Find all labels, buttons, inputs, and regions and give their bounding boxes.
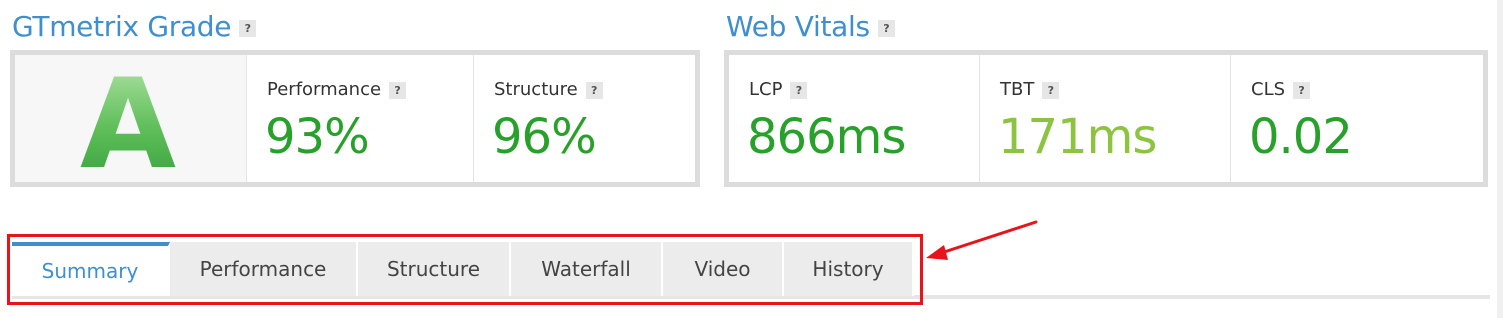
structure-metric: Structure? 96% — [474, 55, 695, 182]
grade-letter: A — [80, 55, 176, 182]
grade-help-icon[interactable]: ? — [239, 19, 257, 37]
structure-label-text: Structure — [494, 79, 578, 100]
performance-label-text: Performance — [267, 79, 382, 100]
lcp-help-icon[interactable]: ? — [790, 81, 808, 99]
cls-help-icon[interactable]: ? — [1293, 81, 1311, 99]
scrollbar[interactable] — [1497, 0, 1503, 318]
tab-structure[interactable]: Structure — [358, 242, 511, 296]
structure-label: Structure? — [494, 79, 603, 100]
cls-metric: CLS? 0.02 — [1231, 55, 1483, 182]
grade-section-title: GTmetrix Grade? — [12, 10, 257, 43]
vitals-section-title: Web Vitals? — [726, 10, 895, 43]
grade-title-text: GTmetrix Grade — [12, 10, 232, 43]
tbt-value: 171ms — [998, 109, 1157, 165]
gtmetrix-report: GTmetrix Grade? Web Vitals? A Performanc… — [0, 0, 1503, 318]
performance-label: Performance? — [267, 79, 407, 100]
cls-value: 0.02 — [1249, 109, 1353, 165]
structure-value: 96% — [492, 109, 597, 165]
structure-help-icon[interactable]: ? — [585, 81, 603, 99]
tab-history[interactable]: History — [784, 242, 914, 296]
tab-summary[interactable]: Summary — [12, 242, 170, 296]
report-tabs: Summary Performance Structure Waterfall … — [12, 242, 914, 296]
lcp-metric: LCP? 866ms — [729, 55, 980, 182]
tbt-metric: TBT? 171ms — [980, 55, 1231, 182]
vitals-help-icon[interactable]: ? — [877, 19, 895, 37]
lcp-label: LCP? — [749, 79, 808, 100]
tab-video[interactable]: Video — [663, 242, 784, 296]
lcp-label-text: LCP — [749, 79, 783, 100]
grade-panel: A Performance? 93% Structure? 96% — [10, 50, 700, 187]
vitals-panel: LCP? 866ms TBT? 171ms CLS? 0.02 — [724, 50, 1488, 187]
performance-value: 93% — [265, 109, 370, 165]
tab-waterfall[interactable]: Waterfall — [511, 242, 663, 296]
tab-performance[interactable]: Performance — [170, 242, 358, 296]
vitals-title-text: Web Vitals — [726, 10, 870, 43]
tbt-label: TBT? — [1000, 79, 1060, 100]
grade-badge: A — [15, 55, 247, 182]
cls-label: CLS? — [1251, 79, 1311, 100]
performance-metric: Performance? 93% — [247, 55, 474, 182]
grade-letter-graphic: A — [80, 55, 176, 182]
lcp-value: 866ms — [747, 109, 906, 165]
cls-label-text: CLS — [1251, 79, 1286, 100]
tbt-label-text: TBT — [1000, 79, 1035, 100]
performance-help-icon[interactable]: ? — [389, 81, 407, 99]
tbt-help-icon[interactable]: ? — [1042, 81, 1060, 99]
arrow-left-icon — [926, 220, 1038, 260]
